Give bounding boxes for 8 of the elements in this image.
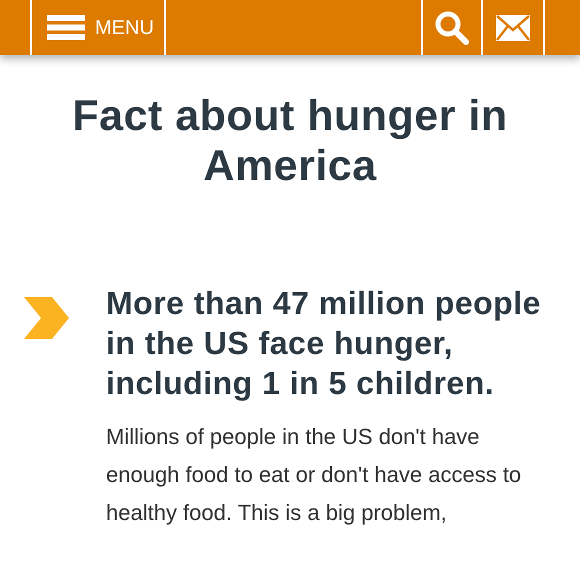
chevron-icon (24, 297, 69, 339)
envelope-icon (496, 14, 530, 40)
search-icon (434, 10, 470, 46)
body-text: Millions of people in the US don't have enough food to eat or don't have access to healthy food. This is a big problem, (106, 423, 522, 527)
menu-icon (47, 15, 85, 40)
section-heading: More than 47 million people in the US face hunger, including 1 in 5 children. (106, 284, 542, 403)
menu-button[interactable]: MENU (32, 0, 166, 55)
page-title: Fact about hunger in America (71, 91, 509, 191)
